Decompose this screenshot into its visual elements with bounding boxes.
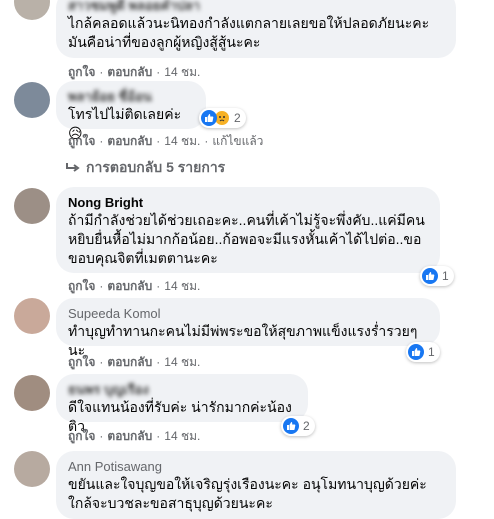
comment-time[interactable]: 14 ชม. <box>164 279 200 293</box>
comment-actions: ถูกใจ · ตอบกลับ · 14 ชม. <box>68 354 200 370</box>
separator: · <box>156 279 161 293</box>
comment-time[interactable]: 14 ชม. <box>164 134 200 148</box>
thumbs-up-icon <box>283 418 299 434</box>
view-replies-label[interactable]: การตอบกลับ 5 รายการ <box>86 157 225 179</box>
comment-time[interactable]: 14 ชม. <box>164 429 200 443</box>
comment-author[interactable]: Ann Potisawang <box>68 459 444 475</box>
reaction-summary[interactable]: 2 <box>281 416 315 436</box>
comment-bubble: ธนพร บุญเรือง ดีใจแทนน้องที่รับค่ะ น่ารั… <box>56 374 308 434</box>
comment-text: ไกล้คลอดแล้วนะนิทองกำลังแตกลายเลยขอให้ปล… <box>68 15 430 50</box>
like-action[interactable]: ถูกใจ <box>68 429 95 443</box>
comment-author[interactable]: พลาย้อย ชื่อ้อน <box>68 89 194 105</box>
comment-bubble: สาวชมพูดี พลอยคำปลา ไกล้คลอดแล้วนะนิทองก… <box>56 0 456 58</box>
reply-action[interactable]: ตอบกลับ <box>107 279 152 293</box>
like-action[interactable]: ถูกใจ <box>68 65 95 79</box>
comment-time[interactable]: 14 ชม. <box>164 355 200 369</box>
reaction-count: 2 <box>234 111 241 125</box>
comment-time[interactable]: 14 ชม. <box>164 65 200 79</box>
like-action[interactable]: ถูกใจ <box>68 279 95 293</box>
comment-text: ถ้ามีกำลังช่วยได้ช่วยเถอะคะ..คนที่เค้าไม… <box>68 212 425 266</box>
avatar[interactable] <box>14 82 50 118</box>
comment-actions: ถูกใจ · ตอบกลับ · 14 ชม. · แก้ไขแล้ว <box>68 133 263 149</box>
view-replies-link[interactable]: การตอบกลับ 5 รายการ <box>66 157 225 179</box>
comment-text: ขยันและใจบุญขอให้เจริญรุ่งเรืองนะคะ อนุโ… <box>68 476 427 511</box>
reaction-count: 2 <box>303 419 310 433</box>
separator: · <box>156 355 161 369</box>
reply-action[interactable]: ตอบกลับ <box>107 134 152 148</box>
separator: · <box>156 134 161 148</box>
separator: · <box>99 279 104 293</box>
avatar[interactable] <box>14 188 50 224</box>
reply-action[interactable]: ตอบกลับ <box>107 429 152 443</box>
reply-action[interactable]: ตอบกลับ <box>107 355 152 369</box>
reaction-summary[interactable]: 2 <box>199 108 246 128</box>
avatar[interactable] <box>14 451 50 487</box>
separator: · <box>156 429 161 443</box>
thumbs-up-icon <box>201 110 217 126</box>
reaction-summary[interactable]: 1 <box>406 342 440 362</box>
avatar[interactable] <box>14 375 50 411</box>
comment-bubble: พลาย้อย ชื่อ้อน โทรไปไม่ติดเลยค่ะ😥 <box>56 81 206 141</box>
separator: · <box>204 134 209 148</box>
comment-actions: ถูกใจ · ตอบกลับ · 14 ชม. <box>68 428 200 444</box>
reaction-count: 1 <box>428 345 435 359</box>
separator: · <box>99 429 104 443</box>
comment-author[interactable]: สาวชมพูดี พลอยคำปลา <box>68 0 444 14</box>
comment-bubble: Ann Potisawang ขยันและใจบุญขอให้เจริญรุ่… <box>56 451 456 519</box>
thumbs-up-icon <box>422 268 438 284</box>
comment-author[interactable]: Nong Bright <box>68 195 428 211</box>
separator: · <box>99 355 104 369</box>
comment-author[interactable]: Supeeda Komol <box>68 306 428 322</box>
comment-actions: ถูกใจ · ตอบกลับ · 14 ชม. <box>68 64 200 80</box>
reaction-count: 1 <box>442 269 449 283</box>
comment-bubble: Nong Bright ถ้ามีกำลังช่วยได้ช่วยเถอะคะ.… <box>56 187 440 273</box>
reply-action[interactable]: ตอบกลับ <box>107 65 152 79</box>
reply-arrow-icon <box>66 162 80 174</box>
separator: · <box>99 134 104 148</box>
thumbs-up-icon <box>408 344 424 360</box>
separator: · <box>99 65 104 79</box>
reaction-summary[interactable]: 1 <box>420 266 454 286</box>
comment-bubble: Supeeda Komol ทำบุญทำทานกะคนไม่มีพ่พระขอ… <box>56 298 440 358</box>
comment-author[interactable]: ธนพร บุญเรือง <box>68 382 296 398</box>
like-action[interactable]: ถูกใจ <box>68 134 95 148</box>
like-action[interactable]: ถูกใจ <box>68 355 95 369</box>
avatar[interactable] <box>14 298 50 334</box>
edited-label[interactable]: แก้ไขแล้ว <box>212 134 263 148</box>
avatar[interactable] <box>14 0 50 20</box>
separator: · <box>156 65 161 79</box>
comment-actions: ถูกใจ · ตอบกลับ · 14 ชม. <box>68 278 200 294</box>
